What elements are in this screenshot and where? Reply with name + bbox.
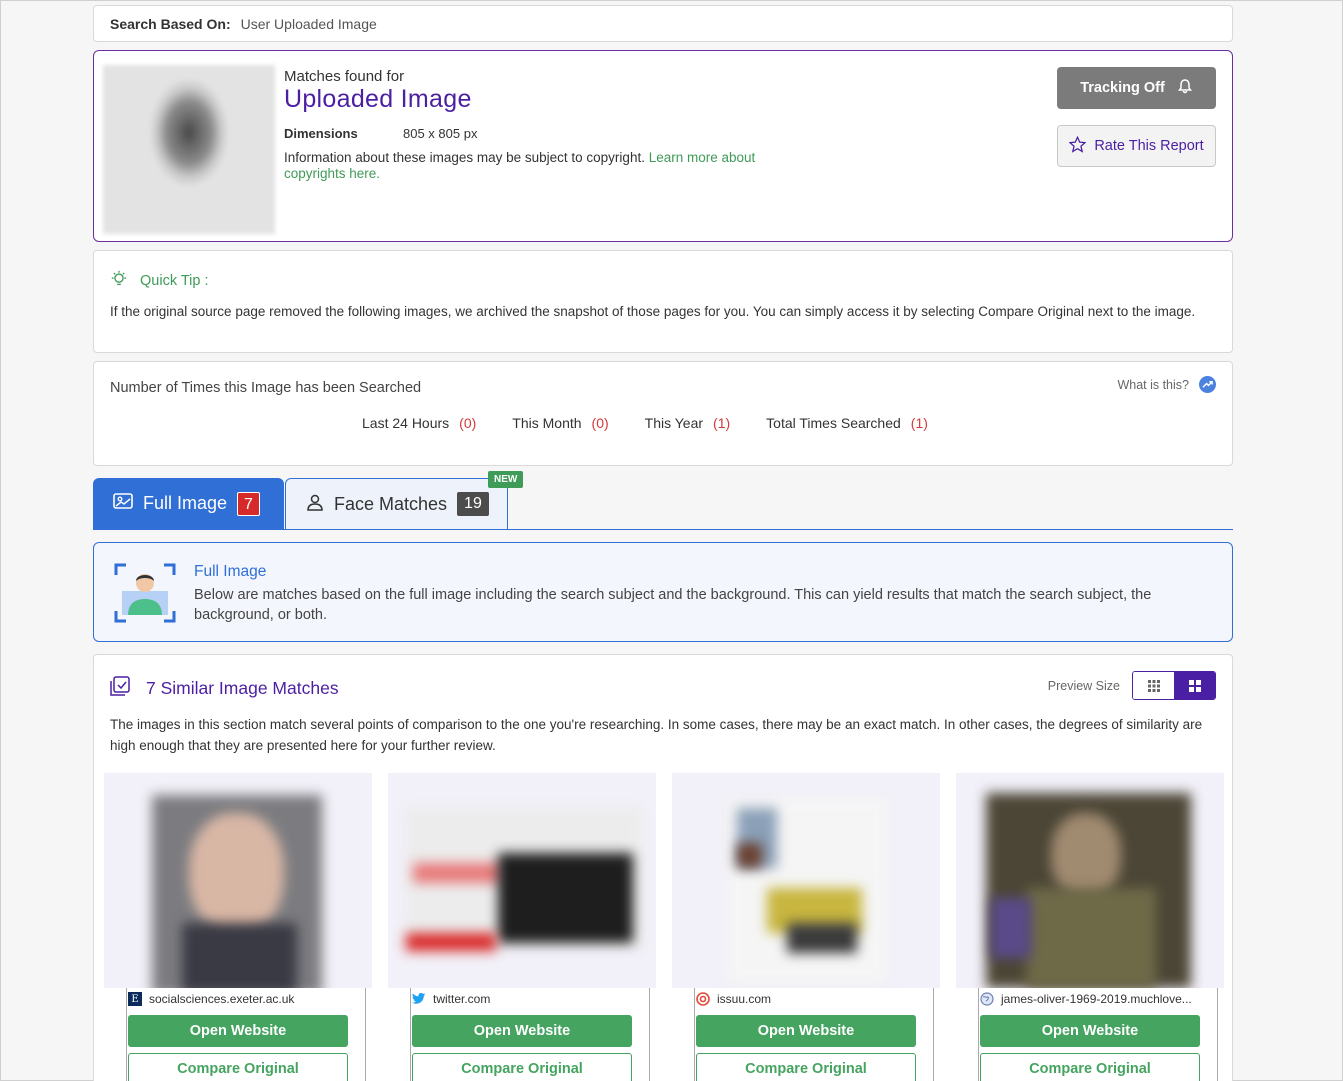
stat-value: (0) (459, 415, 477, 431)
full-image-info-text: Below are matches based on the full imag… (194, 587, 1152, 623)
page-title: Uploaded Image (284, 85, 472, 113)
matches-found-label: Matches found for (284, 68, 405, 85)
large-grid-button[interactable] (1174, 672, 1215, 699)
face-count-badge: 19 (457, 492, 489, 516)
stat-value: (1) (713, 415, 731, 431)
stat-this-month: This Month (0) (512, 415, 608, 431)
preview-size-label: Preview Size (1047, 678, 1120, 693)
result-source: issuu.com (696, 992, 926, 1006)
stat-label: This Year (644, 415, 704, 431)
result-source: twitter.com (412, 992, 642, 1006)
result-source-domain: socialsciences.exeter.ac.uk (149, 992, 295, 1006)
open-website-button[interactable]: Open Website (696, 1015, 916, 1047)
copyright-notice: Information about these images may be su… (284, 150, 804, 182)
search-based-bar: Search Based On: User Uploaded Image (93, 5, 1233, 42)
match-summary-card: Matches found for Uploaded Image Dimensi… (93, 50, 1233, 242)
uploaded-image-thumbnail (103, 65, 275, 234)
rate-label: Rate This Report (1094, 138, 1204, 154)
preview-size-control: Preview Size (1048, 671, 1216, 700)
result-image[interactable] (104, 773, 372, 988)
tab-full-image[interactable]: Full Image 7 (93, 478, 284, 529)
bell-icon (1177, 78, 1193, 98)
result-tabs: Full Image 7 Face Matches 19 NEW (93, 471, 1233, 530)
stat-label: This Month (512, 415, 582, 431)
search-based-label: Search Based On: (110, 15, 231, 32)
similar-matches-header: 7 Similar Image Matches (110, 676, 339, 701)
compare-original-button[interactable]: Compare Original (412, 1053, 632, 1081)
compare-original-button[interactable]: Compare Original (696, 1053, 916, 1081)
full-image-info-card: Full Image Below are matches based on th… (93, 542, 1233, 642)
copyright-text: Information about these images may be su… (284, 150, 645, 165)
stat-this-year: This Year (1) (645, 415, 731, 431)
tab-full-label: Full Image (143, 493, 228, 513)
search-count-title: Number of Times this Image has been Sear… (110, 380, 422, 396)
result-source: E socialsciences.exeter.ac.uk (128, 992, 358, 1006)
quick-tip-text: If the original source page removed the … (110, 304, 1196, 319)
exeter-logo-icon: E (128, 992, 142, 1006)
full-count-badge: 7 (237, 491, 260, 516)
result-image[interactable] (388, 773, 656, 988)
result-item: twitter.com Open Website Compare Origina… (388, 773, 656, 1081)
face-scan-icon (114, 563, 176, 623)
full-image-info-title: Full Image (194, 563, 267, 580)
result-item: issuu.com Open Website Compare Original (672, 773, 940, 1081)
dimensions-value: 805 x 805 px (403, 126, 478, 141)
stat-total-searched: Total Times Searched (1) (766, 415, 928, 431)
star-icon (1068, 135, 1087, 157)
result-source-domain: twitter.com (433, 992, 491, 1006)
dimensions-label: Dimensions (284, 126, 358, 141)
preview-size-toggle (1132, 671, 1216, 700)
what-is-this-link[interactable]: What is this? (1117, 376, 1216, 393)
quick-tip-title: Quick Tip : (140, 273, 209, 289)
open-website-button[interactable]: Open Website (980, 1015, 1200, 1047)
image-icon (113, 492, 133, 515)
search-based-value: User Uploaded Image (240, 15, 377, 32)
what-is-this-label: What is this? (1117, 377, 1189, 392)
result-image[interactable] (672, 773, 940, 988)
compare-original-button[interactable]: Compare Original (128, 1053, 348, 1081)
result-source-domain: issuu.com (717, 992, 772, 1006)
result-image[interactable] (956, 773, 1224, 988)
similar-matches-card: 7 Similar Image Matches Preview Size The… (93, 654, 1233, 1081)
similar-matches-description: The images in this section match several… (110, 717, 1203, 753)
twitter-icon (412, 992, 426, 1006)
tab-face-matches[interactable]: Face Matches 19 (285, 478, 508, 529)
lightbulb-icon (110, 270, 128, 292)
result-source: james-oliver-1969-2019.muchlove... (980, 992, 1210, 1006)
results-grid: E socialsciences.exeter.ac.uk Open Websi… (104, 773, 1224, 1081)
similar-matches-title: 7 Similar Image Matches (146, 678, 339, 698)
result-item: james-oliver-1969-2019.muchlove... Open … (956, 773, 1224, 1081)
open-website-button[interactable]: Open Website (128, 1015, 348, 1047)
stat-last-24-hours: Last 24 Hours (0) (362, 415, 476, 431)
result-source-domain: james-oliver-1969-2019.muchlove... (1001, 992, 1192, 1006)
tab-face-label: Face Matches (334, 493, 448, 514)
trend-icon (1199, 376, 1216, 393)
new-badge: NEW (488, 471, 524, 488)
search-stats: Last 24 Hours (0) This Month (0) This Year… (362, 415, 928, 431)
stat-value: (1) (910, 415, 928, 431)
tracking-toggle-button[interactable]: Tracking Off (1057, 67, 1216, 109)
stat-label: Total Times Searched (766, 415, 901, 431)
compare-original-button[interactable]: Compare Original (980, 1053, 1200, 1081)
quick-tip-header: Quick Tip : (110, 270, 209, 292)
tracking-label: Tracking Off (1080, 80, 1165, 96)
rate-report-button[interactable]: Rate This Report (1057, 125, 1216, 167)
result-item: E socialsciences.exeter.ac.uk Open Websi… (104, 773, 372, 1081)
open-website-button[interactable]: Open Website (412, 1015, 632, 1047)
quick-tip-card: Quick Tip : If the original source page … (93, 250, 1233, 353)
stat-value: (0) (591, 415, 609, 431)
stat-label: Last 24 Hours (362, 415, 450, 431)
globe-icon (980, 992, 994, 1006)
issuu-icon (696, 992, 710, 1006)
gallery-check-icon (110, 676, 130, 701)
user-icon (306, 493, 324, 516)
small-grid-button[interactable] (1133, 672, 1174, 699)
search-count-card: Number of Times this Image has been Sear… (93, 361, 1233, 466)
